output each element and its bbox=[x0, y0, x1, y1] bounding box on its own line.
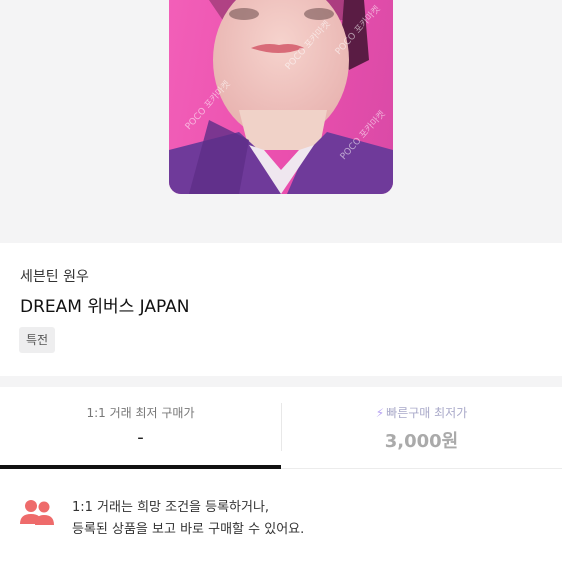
product-image-area: POCO 포카마켓 POCO 포카마켓 POCO 포카마켓 POCO 포카마켓 bbox=[0, 0, 562, 243]
photocard-illustration: POCO 포카마켓 POCO 포카마켓 POCO 포카마켓 POCO 포카마켓 bbox=[169, 0, 393, 194]
price-tabs: 1:1 거래 최저 구매가 - ⚡ 빠른구매 최저가 3,000원 bbox=[0, 387, 562, 469]
one-to-one-price-label: 1:1 거래 최저 구매가 bbox=[86, 406, 195, 420]
quick-buy-price-label-row: ⚡ 빠른구매 최저가 bbox=[281, 404, 562, 421]
notice-text-line2: 등록된 상품을 보고 바로 구매할 수 있어요. bbox=[72, 522, 305, 537]
one-to-one-price-value: - bbox=[137, 427, 144, 448]
people-icon bbox=[20, 500, 54, 525]
lightning-icon: ⚡ bbox=[375, 406, 385, 420]
quick-buy-price-label: 빠른구매 최저가 bbox=[386, 406, 468, 420]
section-divider bbox=[0, 376, 562, 387]
bonus-badge: 특전 bbox=[19, 327, 56, 353]
trade-notice bbox=[0, 470, 562, 562]
tab-one-to-one-trade[interactable]: 1:1 거래 최저 구매가 - bbox=[0, 387, 281, 469]
product-photo[interactable]: POCO 포카마켓 POCO 포카마켓 POCO 포카마켓 POCO 포카마켓 bbox=[169, 0, 393, 194]
notice-text-line1: 1:1 거래는 희망 조건을 등록하거나, bbox=[72, 500, 270, 515]
quick-buy-price-value: 3,000원 bbox=[384, 431, 459, 452]
active-tab-indicator bbox=[0, 465, 281, 469]
product-title: DREAM 위버스 JAPAN bbox=[20, 297, 190, 317]
tab-quick-buy[interactable]: ⚡ 빠른구매 최저가 3,000원 bbox=[281, 387, 562, 469]
artist-name: 세븐틴 원우 bbox=[20, 269, 89, 285]
